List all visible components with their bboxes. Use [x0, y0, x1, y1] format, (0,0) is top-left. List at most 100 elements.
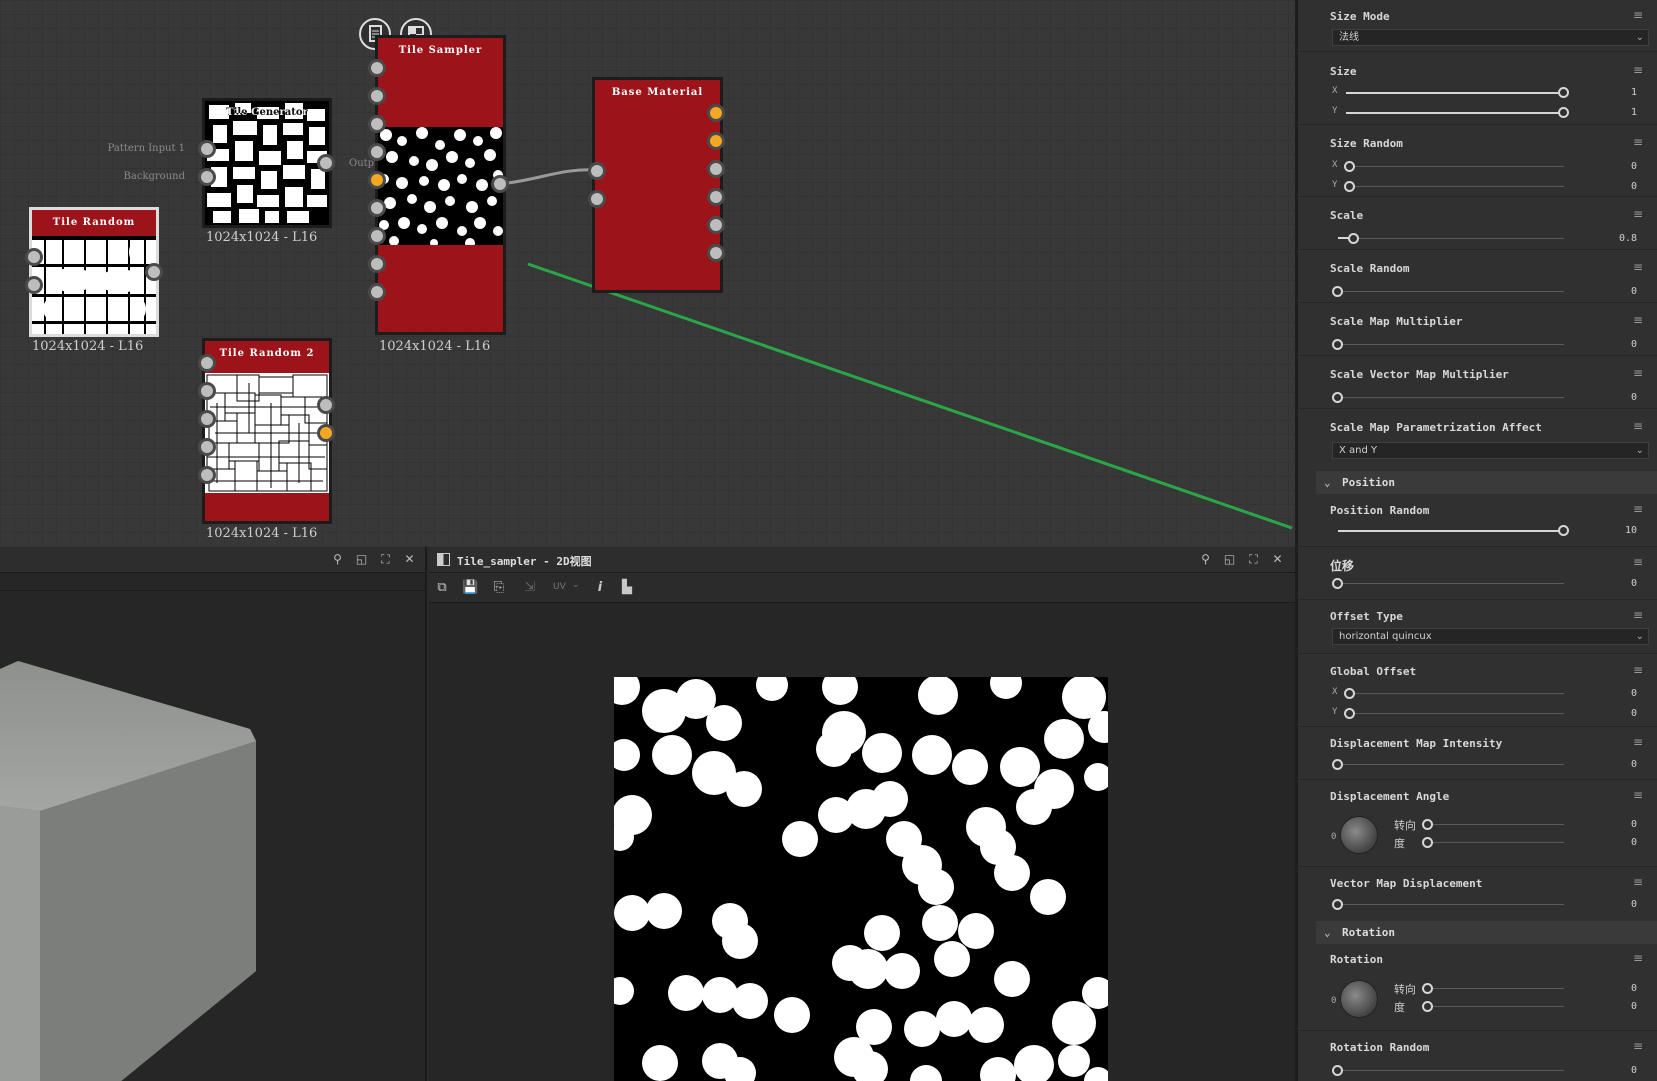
export-icon[interactable]: ⇲ — [522, 580, 538, 596]
tile-sampler-input-port-7[interactable] — [368, 227, 386, 245]
maximize-icon[interactable]: ⛶ — [378, 552, 393, 567]
options-menu-icon[interactable]: ≡ — [1633, 135, 1643, 149]
section-position[interactable]: ⌄ Position — [1316, 471, 1657, 494]
options-menu-icon[interactable]: ≡ — [1633, 260, 1643, 274]
tile-random-2-input-port-5[interactable] — [198, 466, 216, 484]
histogram-icon[interactable]: ▙ — [619, 580, 635, 596]
options-menu-icon[interactable]: ≡ — [1633, 951, 1643, 965]
options-menu-icon[interactable]: ≡ — [1633, 8, 1643, 22]
close-icon[interactable]: ✕ — [1270, 552, 1285, 567]
3d-view-panel[interactable]: ⚲ ◱ ⛶ ✕ — [0, 547, 427, 1081]
node-tile-random[interactable]: Tile Random — [29, 207, 159, 337]
slider-handle[interactable] — [1344, 688, 1355, 699]
3d-viewport[interactable] — [0, 590, 425, 1081]
options-menu-icon[interactable]: ≡ — [1633, 663, 1643, 677]
offset-type-dropdown[interactable]: horizontal quincux ⌄ — [1332, 628, 1649, 645]
rotation-turn-slider[interactable] — [1428, 988, 1564, 989]
tile-random-2-output-port-1[interactable] — [317, 396, 335, 414]
tile-sampler-output-port[interactable] — [491, 175, 509, 193]
scale-map-multiplier-slider[interactable] — [1338, 344, 1564, 345]
scale-vector-map-multiplier-slider[interactable] — [1338, 397, 1564, 398]
properties-panel[interactable]: Size Mode ≡ 法线 ⌄ Size ≡ X 1 Y 1 Size Rand… — [1295, 0, 1657, 1081]
tile-random-input-port-1[interactable] — [25, 248, 43, 266]
rotation-random-slider[interactable] — [1338, 1070, 1564, 1071]
slider-handle[interactable] — [1332, 392, 1343, 403]
displacement-map-intensity-slider[interactable] — [1338, 764, 1564, 765]
uv-dropdown[interactable]: UV — [553, 582, 566, 592]
slider-handle[interactable] — [1344, 708, 1355, 719]
options-menu-icon[interactable]: ≡ — [1633, 555, 1643, 569]
base-material-output-port-3[interactable] — [707, 160, 725, 178]
tile-random-2-input-port-1[interactable] — [198, 354, 216, 372]
2d-canvas[interactable] — [429, 604, 1295, 1081]
slider-handle[interactable] — [1332, 759, 1343, 770]
slider-handle[interactable] — [1344, 161, 1355, 172]
size-mode-dropdown[interactable]: 法线 ⌄ — [1332, 29, 1649, 46]
displacement-angle-turn-slider[interactable] — [1428, 824, 1564, 825]
base-material-input-port-2[interactable] — [588, 190, 606, 208]
node-tile-sampler[interactable]: Tile Sampler — [375, 35, 506, 335]
options-menu-icon[interactable]: ≡ — [1633, 366, 1643, 380]
slider-handle[interactable] — [1422, 983, 1433, 994]
slider-handle[interactable] — [1344, 181, 1355, 192]
tile-random-2-input-port-4[interactable] — [198, 438, 216, 456]
global-offset-y-slider[interactable] — [1350, 713, 1564, 714]
rotation-degree-slider[interactable] — [1428, 1006, 1564, 1007]
slider-handle[interactable] — [1558, 87, 1569, 98]
node-graph[interactable]: Tile Random 1024x1024 - L16 Tile Generat… — [0, 0, 1295, 547]
base-material-output-port-6[interactable] — [707, 244, 725, 262]
copy-icon[interactable]: ⧉ — [434, 580, 450, 596]
tile-random-2-input-port-3[interactable] — [198, 410, 216, 428]
slider-handle[interactable] — [1558, 107, 1569, 118]
tile-random-output-port[interactable] — [145, 263, 163, 281]
options-menu-icon[interactable]: ≡ — [1633, 313, 1643, 327]
tile-sampler-input-port-8[interactable] — [368, 255, 386, 273]
size-random-y-slider[interactable] — [1350, 186, 1564, 187]
save-icon[interactable]: 💾 — [462, 580, 478, 596]
size-random-x-slider[interactable] — [1350, 166, 1564, 167]
position-random-slider[interactable] — [1338, 530, 1564, 532]
section-rotation[interactable]: ⌄ Rotation — [1316, 921, 1657, 944]
slider-handle[interactable] — [1422, 837, 1433, 848]
pin-icon[interactable]: ⚲ — [330, 552, 345, 567]
float-icon[interactable]: ◱ — [1222, 552, 1237, 567]
options-menu-icon[interactable]: ≡ — [1633, 207, 1643, 221]
size-x-slider[interactable] — [1346, 92, 1564, 94]
tile-random-2-output-port-2[interactable] — [317, 424, 335, 442]
maximize-icon[interactable]: ⛶ — [1246, 552, 1261, 567]
scale-map-affect-dropdown[interactable]: X and Y ⌄ — [1332, 442, 1649, 459]
slider-handle[interactable] — [1422, 819, 1433, 830]
options-menu-icon[interactable]: ≡ — [1633, 502, 1643, 516]
displacement-angle-degree-slider[interactable] — [1428, 842, 1564, 843]
displacement-angle-dial[interactable] — [1340, 816, 1378, 854]
node-base-material[interactable]: Base Material — [592, 77, 723, 293]
slider-handle[interactable] — [1422, 1001, 1433, 1012]
tile-generator-output-port[interactable] — [317, 154, 335, 172]
tile-generator-input-port-1[interactable] — [198, 140, 216, 158]
node-tile-generator[interactable]: Tile Generator — [202, 98, 332, 228]
node-tile-random-2[interactable]: Tile Random 2 — [202, 338, 332, 524]
info-icon[interactable]: i — [592, 580, 608, 596]
tile-sampler-input-port-9[interactable] — [368, 283, 386, 301]
options-menu-icon[interactable]: ≡ — [1633, 735, 1643, 749]
tile-random-2-input-port-2[interactable] — [198, 382, 216, 400]
tile-sampler-input-port-5[interactable] — [368, 171, 386, 189]
slider-handle[interactable] — [1332, 339, 1343, 350]
tile-sampler-input-port-2[interactable] — [368, 87, 386, 105]
options-menu-icon[interactable]: ≡ — [1633, 419, 1643, 433]
options-menu-icon[interactable]: ≡ — [1633, 875, 1643, 889]
scale-slider[interactable] — [1338, 238, 1564, 239]
base-material-output-port-1[interactable] — [707, 104, 725, 122]
slider-handle[interactable] — [1332, 1065, 1343, 1076]
base-material-output-port-2[interactable] — [707, 132, 725, 150]
options-menu-icon[interactable]: ≡ — [1633, 608, 1643, 622]
options-menu-icon[interactable]: ≡ — [1633, 63, 1643, 77]
base-material-output-port-5[interactable] — [707, 216, 725, 234]
slider-handle[interactable] — [1332, 578, 1343, 589]
options-menu-icon[interactable]: ≡ — [1633, 1039, 1643, 1053]
tile-random-input-port-2[interactable] — [25, 276, 43, 294]
rotation-dial[interactable] — [1340, 980, 1378, 1018]
tile-generator-input-port-2[interactable] — [198, 168, 216, 186]
base-material-input-port-1[interactable] — [588, 162, 606, 180]
vector-map-displacement-slider[interactable] — [1338, 904, 1564, 905]
